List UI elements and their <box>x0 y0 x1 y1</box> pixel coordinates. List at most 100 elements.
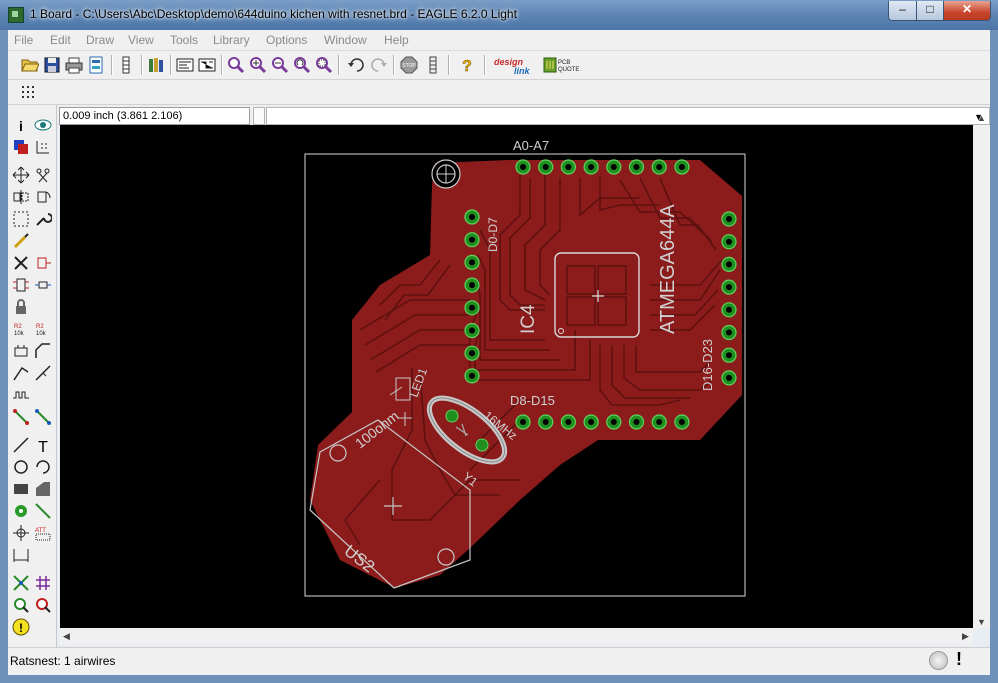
schematic-icon[interactable] <box>198 56 216 74</box>
horizontal-scrollbar[interactable]: ◀ ▶ <box>60 628 973 645</box>
pad-drill <box>610 419 617 425</box>
secondary-toolbar <box>8 80 990 105</box>
close-button[interactable]: ✕ <box>943 1 991 21</box>
erc-icon[interactable] <box>34 596 52 614</box>
menu-draw[interactable]: Draw <box>86 33 114 47</box>
stop-icon[interactable]: STOP <box>400 56 418 74</box>
label-ic4: IC4 <box>518 304 539 334</box>
meander-icon[interactable] <box>12 386 30 404</box>
paste-icon[interactable] <box>12 232 30 250</box>
lock-icon[interactable] <box>12 298 30 316</box>
menu-view[interactable]: View <box>128 33 154 47</box>
save-icon[interactable] <box>43 56 61 74</box>
grid-icon[interactable] <box>20 83 38 101</box>
pinswap-icon[interactable] <box>12 276 30 294</box>
change-icon[interactable] <box>34 210 52 228</box>
scroll-up-icon[interactable]: ▲ <box>977 113 986 123</box>
window-title: 1 Board - C:\Users\Abc\Desktop\demo\644d… <box>30 7 517 21</box>
scroll-right-icon[interactable]: ▶ <box>962 631 969 642</box>
cam-icon[interactable] <box>87 56 105 74</box>
menu-options[interactable]: Options <box>266 33 307 47</box>
copy-icon[interactable] <box>34 166 52 184</box>
route-icon[interactable] <box>34 364 52 382</box>
board-canvas[interactable]: A0-A7 D0-D7 IC4 ATMEGA644A D16-D23 D8-D1… <box>60 125 973 628</box>
exclamation-icon[interactable]: ! <box>956 649 962 670</box>
redo-icon[interactable] <box>370 56 388 74</box>
rect-icon[interactable] <box>12 480 30 498</box>
svg-text:10k: 10k <box>36 331 47 337</box>
pad-drill <box>726 329 732 336</box>
pad-drill <box>565 164 572 170</box>
group-icon[interactable] <box>12 210 30 228</box>
minimize-button[interactable]: – <box>888 1 917 21</box>
open-icon[interactable] <box>21 56 39 74</box>
zoom-in-icon[interactable] <box>249 56 267 74</box>
miter-icon[interactable] <box>12 342 30 360</box>
title-bar[interactable]: 1 Board - C:\Users\Abc\Desktop\demo\644d… <box>0 0 998 30</box>
menu-help[interactable]: Help <box>384 33 409 47</box>
ripup-icon[interactable] <box>34 408 52 426</box>
print-icon[interactable] <box>65 56 83 74</box>
add-icon[interactable] <box>34 254 52 272</box>
pad-drill <box>469 282 475 289</box>
undo-icon[interactable] <box>347 56 365 74</box>
zoom-select-icon[interactable] <box>315 56 333 74</box>
main-toolbar: STOP ? design link PCB QUOTE <box>8 51 990 80</box>
move-icon[interactable] <box>12 166 30 184</box>
wire-icon[interactable] <box>12 408 30 426</box>
menu-edit[interactable]: Edit <box>50 33 71 47</box>
tool-icon[interactable] <box>117 56 135 74</box>
help-icon[interactable]: ? <box>458 56 476 74</box>
menu-tools[interactable]: Tools <box>170 33 198 47</box>
polygon-icon[interactable] <box>34 480 52 498</box>
scroll-down-icon[interactable]: ▼ <box>977 617 986 627</box>
pad-drill <box>520 419 526 425</box>
scroll-left-icon[interactable]: ◀ <box>63 631 70 642</box>
vertical-scrollbar[interactable]: ▲ ▼ <box>973 113 990 628</box>
board-icon[interactable] <box>176 56 194 74</box>
value-icon[interactable]: R210k <box>34 320 52 338</box>
replace-icon[interactable] <box>34 276 52 294</box>
optimize-icon[interactable] <box>12 364 30 382</box>
rotate-icon[interactable] <box>34 188 52 206</box>
dimension-icon[interactable] <box>12 546 30 564</box>
smash-icon[interactable]: R210k <box>12 320 30 338</box>
drc-icon[interactable] <box>12 596 30 614</box>
command-line-input[interactable]: ▼ <box>266 107 990 125</box>
line-icon[interactable] <box>12 436 30 454</box>
zoom-redraw-icon[interactable] <box>293 56 311 74</box>
display-icon[interactable] <box>12 138 30 156</box>
svg-text:STOP: STOP <box>402 63 416 69</box>
stop-command-button[interactable] <box>929 651 948 670</box>
autorouter-icon[interactable] <box>34 574 52 592</box>
zoom-fit-icon[interactable] <box>227 56 245 74</box>
ratsnest-icon[interactable] <box>12 574 30 592</box>
attribute-icon[interactable]: ATT <box>34 524 52 542</box>
zoom-out-icon[interactable] <box>271 56 289 74</box>
menu-window[interactable]: Window <box>324 33 367 47</box>
label-atmega644a: ATMEGA644A <box>657 204 679 334</box>
pad-drill <box>726 284 732 291</box>
split-icon[interactable] <box>34 342 52 360</box>
show-icon[interactable] <box>34 116 52 134</box>
info-icon[interactable]: i <box>12 116 30 134</box>
menu-file[interactable]: File <box>14 33 33 47</box>
errors-icon[interactable]: ! <box>12 618 30 636</box>
text-icon[interactable]: T <box>34 436 52 454</box>
menu-library[interactable]: Library <box>213 33 250 47</box>
via-icon[interactable] <box>12 502 30 520</box>
go-icon[interactable] <box>424 56 442 74</box>
maximize-button[interactable]: □ <box>916 1 944 21</box>
design-link-icon[interactable]: design link <box>492 54 538 78</box>
arc-icon[interactable] <box>34 458 52 476</box>
pcb-quote-icon[interactable]: PCB QUOTE <box>543 55 583 77</box>
mark-icon[interactable] <box>34 138 52 156</box>
signal-icon[interactable] <box>34 502 52 520</box>
pad-drill <box>542 419 549 425</box>
pad-drill <box>469 350 475 357</box>
delete-icon[interactable] <box>12 254 30 272</box>
hole-icon[interactable] <box>12 524 30 542</box>
library-icon[interactable] <box>147 56 165 74</box>
circle-icon[interactable] <box>12 458 30 476</box>
mirror-icon[interactable] <box>12 188 30 206</box>
